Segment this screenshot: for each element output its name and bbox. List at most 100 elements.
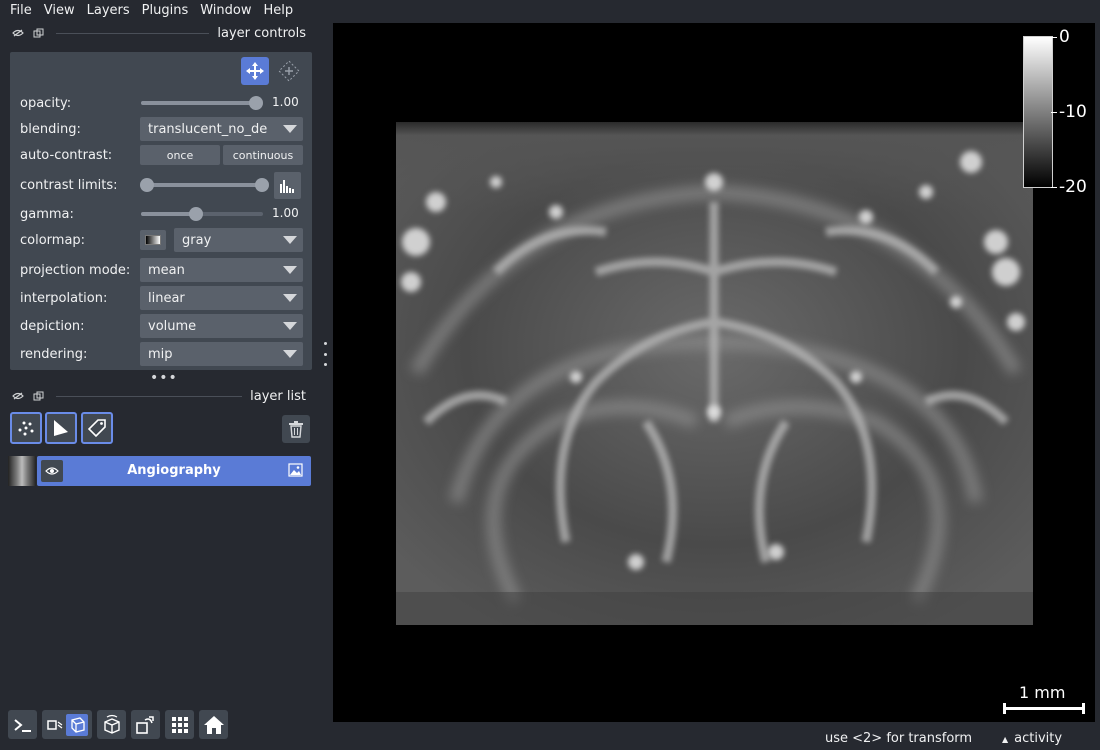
contrast-max-thumb[interactable] bbox=[255, 178, 269, 192]
contrast-limits-range-slider[interactable] bbox=[140, 178, 269, 192]
colormap-label: colormap: bbox=[20, 232, 86, 248]
select-icon bbox=[278, 60, 300, 82]
projection-mode-label: projection mode: bbox=[20, 262, 131, 278]
interpolation-label: interpolation: bbox=[20, 290, 108, 306]
auto-contrast-label: auto-contrast: bbox=[20, 147, 113, 163]
layer-item-angiography[interactable]: Angiography bbox=[8, 456, 311, 486]
layer-list-header: layer list bbox=[0, 384, 320, 408]
colorbar bbox=[1023, 36, 1053, 188]
colorbar-label-min: -20 bbox=[1059, 177, 1087, 197]
rendering-label: rendering: bbox=[20, 346, 88, 362]
new-points-layer-button[interactable] bbox=[10, 412, 42, 444]
delete-layer-button[interactable] bbox=[282, 415, 310, 443]
gamma-value: 1.00 bbox=[272, 206, 299, 220]
status-bar: use <2> for transform ▲ activity bbox=[0, 730, 1100, 750]
colorbar-label-max: 0 bbox=[1059, 27, 1070, 47]
rendering-value: mip bbox=[148, 346, 173, 362]
viewer-canvas[interactable]: 0 -10 -20 1 mm bbox=[333, 23, 1095, 722]
menu-help[interactable]: Help bbox=[258, 3, 300, 18]
auto-contrast-row: auto-contrast: once continuous bbox=[10, 143, 312, 167]
scale-bar bbox=[1003, 703, 1085, 714]
interpolation-value: linear bbox=[148, 290, 185, 306]
opacity-row: opacity: 1.00 bbox=[10, 91, 312, 115]
eye-icon bbox=[45, 467, 59, 475]
contrast-limits-fill bbox=[143, 183, 266, 187]
new-shapes-layer-button[interactable] bbox=[45, 412, 77, 444]
chevron-down-icon bbox=[283, 236, 297, 244]
gamma-label: gamma: bbox=[20, 206, 74, 222]
layer-controls-header: layer controls bbox=[0, 21, 320, 45]
chevron-down-icon bbox=[283, 350, 297, 358]
menu-file[interactable]: File bbox=[4, 3, 38, 18]
new-labels-layer-button[interactable] bbox=[81, 412, 113, 444]
depiction-label: depiction: bbox=[20, 318, 85, 334]
colorbar-tick bbox=[1051, 37, 1057, 38]
image-layer-icon bbox=[288, 463, 303, 477]
header-divider bbox=[56, 32, 210, 34]
colormap-dropdown[interactable]: gray bbox=[174, 228, 303, 252]
opacity-slider-thumb[interactable] bbox=[249, 96, 263, 110]
chevron-up-icon: ▲ bbox=[1002, 735, 1009, 744]
menu-bar: File View Layers Plugins Window Help bbox=[0, 0, 1100, 20]
blending-label: blending: bbox=[20, 121, 81, 137]
layer-controls-title: layer controls bbox=[217, 25, 306, 41]
shapes-icon bbox=[54, 420, 68, 436]
rendering-row: rendering: mip bbox=[10, 342, 312, 366]
activity-button[interactable]: ▲ activity bbox=[1002, 731, 1062, 746]
transform-mode-button[interactable] bbox=[241, 57, 269, 85]
layer-controls-panel: opacity: 1.00 blending: translucent_no_d… bbox=[10, 52, 312, 370]
float-icon[interactable] bbox=[28, 386, 48, 406]
chevron-down-icon bbox=[283, 125, 297, 133]
opacity-slider[interactable] bbox=[141, 96, 263, 110]
colormap-swatch[interactable] bbox=[140, 230, 166, 250]
hide-eye-icon[interactable] bbox=[8, 386, 28, 406]
scale-bar-label: 1 mm bbox=[1019, 683, 1066, 702]
gamma-slider[interactable] bbox=[141, 207, 263, 221]
gamma-row: gamma: 1.00 bbox=[10, 202, 312, 226]
interpolation-dropdown[interactable]: linear bbox=[140, 286, 303, 310]
activity-label: activity bbox=[1014, 731, 1063, 746]
gray-gradient-icon bbox=[145, 235, 161, 245]
contrast-limits-label: contrast limits: bbox=[20, 177, 118, 193]
layer-list-title: layer list bbox=[250, 388, 306, 404]
chevron-down-icon bbox=[283, 294, 297, 302]
colorbar-tick bbox=[1051, 187, 1057, 188]
histogram-button[interactable] bbox=[274, 172, 301, 199]
menu-window[interactable]: Window bbox=[194, 3, 257, 18]
auto-contrast-once-button[interactable]: once bbox=[140, 145, 220, 165]
rendering-dropdown[interactable]: mip bbox=[140, 342, 303, 366]
colormap-row: colormap: gray bbox=[10, 228, 312, 252]
gamma-slider-fill bbox=[141, 212, 196, 216]
float-icon[interactable] bbox=[28, 23, 48, 43]
left-dock: layer controls opacity: 1.00 blending: t… bbox=[0, 20, 320, 739]
layer-name: Angiography bbox=[127, 463, 221, 478]
menu-layers[interactable]: Layers bbox=[81, 3, 136, 18]
points-icon bbox=[18, 421, 34, 436]
header-divider bbox=[56, 395, 243, 397]
blending-value: translucent_no_de bbox=[148, 121, 268, 137]
colorbar-tick bbox=[1051, 112, 1057, 113]
blending-row: blending: translucent_no_de bbox=[10, 117, 312, 141]
angiography-volume-rendering bbox=[396, 122, 1033, 625]
gamma-slider-thumb[interactable] bbox=[189, 207, 203, 221]
projection-mode-dropdown[interactable]: mean bbox=[140, 258, 303, 282]
chevron-down-icon bbox=[283, 322, 297, 330]
layer-thumbnail bbox=[8, 456, 36, 486]
dock-resize-handle[interactable] bbox=[322, 342, 328, 366]
interpolation-row: interpolation: linear bbox=[10, 286, 312, 310]
contrast-min-thumb[interactable] bbox=[140, 178, 154, 192]
menu-view[interactable]: View bbox=[38, 3, 81, 18]
hide-eye-icon[interactable] bbox=[8, 23, 28, 43]
chevron-down-icon bbox=[283, 266, 297, 274]
visibility-toggle[interactable] bbox=[41, 460, 63, 482]
menu-plugins[interactable]: Plugins bbox=[136, 3, 195, 18]
depiction-dropdown[interactable]: volume bbox=[140, 314, 303, 338]
label-tag-icon bbox=[87, 419, 106, 438]
trash-icon bbox=[289, 421, 303, 438]
projection-mode-value: mean bbox=[148, 262, 185, 278]
blending-dropdown[interactable]: translucent_no_de bbox=[140, 117, 303, 141]
pan-zoom-mode-button[interactable] bbox=[275, 57, 303, 85]
projection-mode-row: projection mode: mean bbox=[10, 258, 312, 282]
histogram-icon bbox=[279, 179, 294, 193]
auto-contrast-continuous-button[interactable]: continuous bbox=[223, 145, 303, 165]
